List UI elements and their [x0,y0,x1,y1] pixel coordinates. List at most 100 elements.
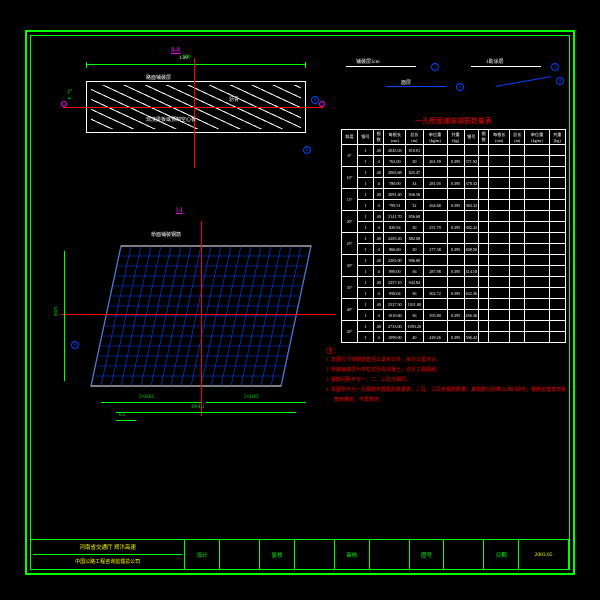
data-cell: 264.68 [423,200,447,211]
table-row: 14899.0036287.980.395414.10 [342,266,566,277]
check-label: 审核 [335,540,370,569]
data-cell: 0.395 [447,156,464,167]
data-cell: 856.68 [406,211,423,222]
dwgno-label: 图号 [410,540,445,569]
data-cell: 0.395 [447,178,464,189]
centerline-v2 [201,221,202,416]
data-cell: 1010.60 [384,310,406,321]
table-row: 14763.0030261.590.395371.92 [342,156,566,167]
table-header: 每根长(cm) [384,130,406,145]
centerline-v [194,58,195,168]
dim-top: 620 [183,55,191,60]
data-cell: 1 [358,222,374,233]
data-cell [447,321,464,332]
dim-left: 1200 [64,251,65,381]
data-cell: 1 [358,178,374,189]
data-cell: 34 [406,178,423,189]
data-cell [464,277,479,288]
data-cell: 384.32 [464,200,479,211]
data-cell [423,321,447,332]
data-cell: 763.00 [384,156,406,167]
data-cell: 2357.10 [384,277,406,288]
drawn-label: 复核 [260,540,295,569]
data-cell: 32 [406,200,423,211]
table-header: 总长(m) [510,130,525,145]
data-cell [423,255,447,266]
data-cell [464,167,479,178]
data-cell [447,145,464,156]
data-cell: 1 [358,332,374,343]
data-cell [447,233,464,244]
table-row: 14820.9430251.790.395392.42 [342,222,566,233]
data-cell: 281.05 [423,178,447,189]
note-item: 2. 桥面铺装层为中粒式沥青混凝土，详见工程图纸。 [326,366,566,376]
section-1-view: Ⅰ-Ⅰ 桥面铺装钢筋 39×L1 5×L0/2 5×L0/2 0.5 1200 … [56,211,336,421]
data-cell: 2141.70 [384,211,406,222]
table-row: 14866.6030277.380.395408.50 [342,244,566,255]
data-cell: 40 [374,189,384,200]
data-cell: 40 [374,233,384,244]
data-cell: 36 [406,266,423,277]
data-cell: 820.94 [384,222,406,233]
data-cell: 4 [374,288,384,299]
note-item: 1. 本图尺寸除钢筋直径以毫米计外，余均以厘米计。 [326,356,566,366]
data-cell: 456.30 [464,310,479,321]
data-cell: 818.01 [406,145,423,156]
data-cell: 0.395 [447,332,464,343]
data-cell: 4 [374,200,384,211]
table-header: 斜度 [342,130,358,145]
table-row: 15°1402091.40836.56 [342,189,566,200]
data-cell: 1 [358,244,374,255]
table-title: 一孔桥面铺装钢筋数量表 [341,116,566,126]
data-cell: 302.72 [423,288,447,299]
data-cell [464,299,479,310]
dim-half2: 5×L0/2 [206,402,306,403]
data-cell [464,211,479,222]
data-cell: 0.395 [447,310,464,321]
org-cell: 河南省交通厅 郑汴高速 中国公路工程咨询监理总公司 [31,540,185,569]
data-cell [423,211,447,222]
data-cell: 1093.20 [406,321,423,332]
table-header: 总长(m) [406,130,423,145]
table-row: 40°1402527.501011.00 [342,299,566,310]
data-cell: 1 [358,189,374,200]
data-cell [423,189,447,200]
drawing-border: Ⅱ-Ⅱ 1:20 620 路面铺装层 现浇梁板或预制空心板 沥青 5×4 A B… [30,35,570,570]
table-row: 141010.6036395.800.395456.30 [342,310,566,321]
mark-a2-icon: A [71,341,79,349]
data-cell: 1 [358,211,374,222]
table-row: 45°1402733.001093.20 [342,321,566,332]
notes-title: 注： [326,346,566,356]
table-header: 钢号 [358,130,374,145]
data-cell: 866.60 [384,244,406,255]
data-cell: 506.42 [464,332,479,343]
data-cell [464,255,479,266]
legend-label-3: 面层 [401,79,411,86]
legend-line-2 [471,66,541,67]
data-cell: 4 [374,156,384,167]
data-cell: 1 [358,167,374,178]
angle-cell: 10° [342,167,358,189]
table-row: 14780.0034281.050.395378.32 [342,178,566,189]
check-value [370,540,410,569]
title-block: 河南省交通厅 郑汴高速 中国公路工程咨询监理总公司 设计 复核 审核 图号 日期… [31,539,569,569]
data-cell [447,299,464,310]
section-2-title: Ⅱ-Ⅱ [171,46,180,54]
section-1-title: Ⅰ-Ⅰ [176,206,182,214]
angle-cell: 15° [342,189,358,211]
data-cell: 1099.00 [384,332,406,343]
data-cell: 378.32 [464,178,479,189]
legend-line-1 [346,66,416,67]
table-row: 30°1402265.00906.00 [342,255,566,266]
table-row: 10°1402063.68825.47 [342,167,566,178]
data-cell: 36 [406,310,423,321]
data-cell: 1 [358,277,374,288]
date-label: 日期 [484,540,519,569]
data-cell: 4 [374,244,384,255]
data-table: 斜度钢号根数每根长(cm)总长(m)单位重(kg/m)共重(kg)钢号根数每根长… [341,129,566,343]
mark-a-icon: A [311,96,319,104]
data-cell: 882.08 [406,233,423,244]
data-cell: 0.395 [447,200,464,211]
org-line1: 河南省交通厅 郑汴高速 [33,540,182,555]
table-header: 单位重(kg/m) [525,130,549,145]
